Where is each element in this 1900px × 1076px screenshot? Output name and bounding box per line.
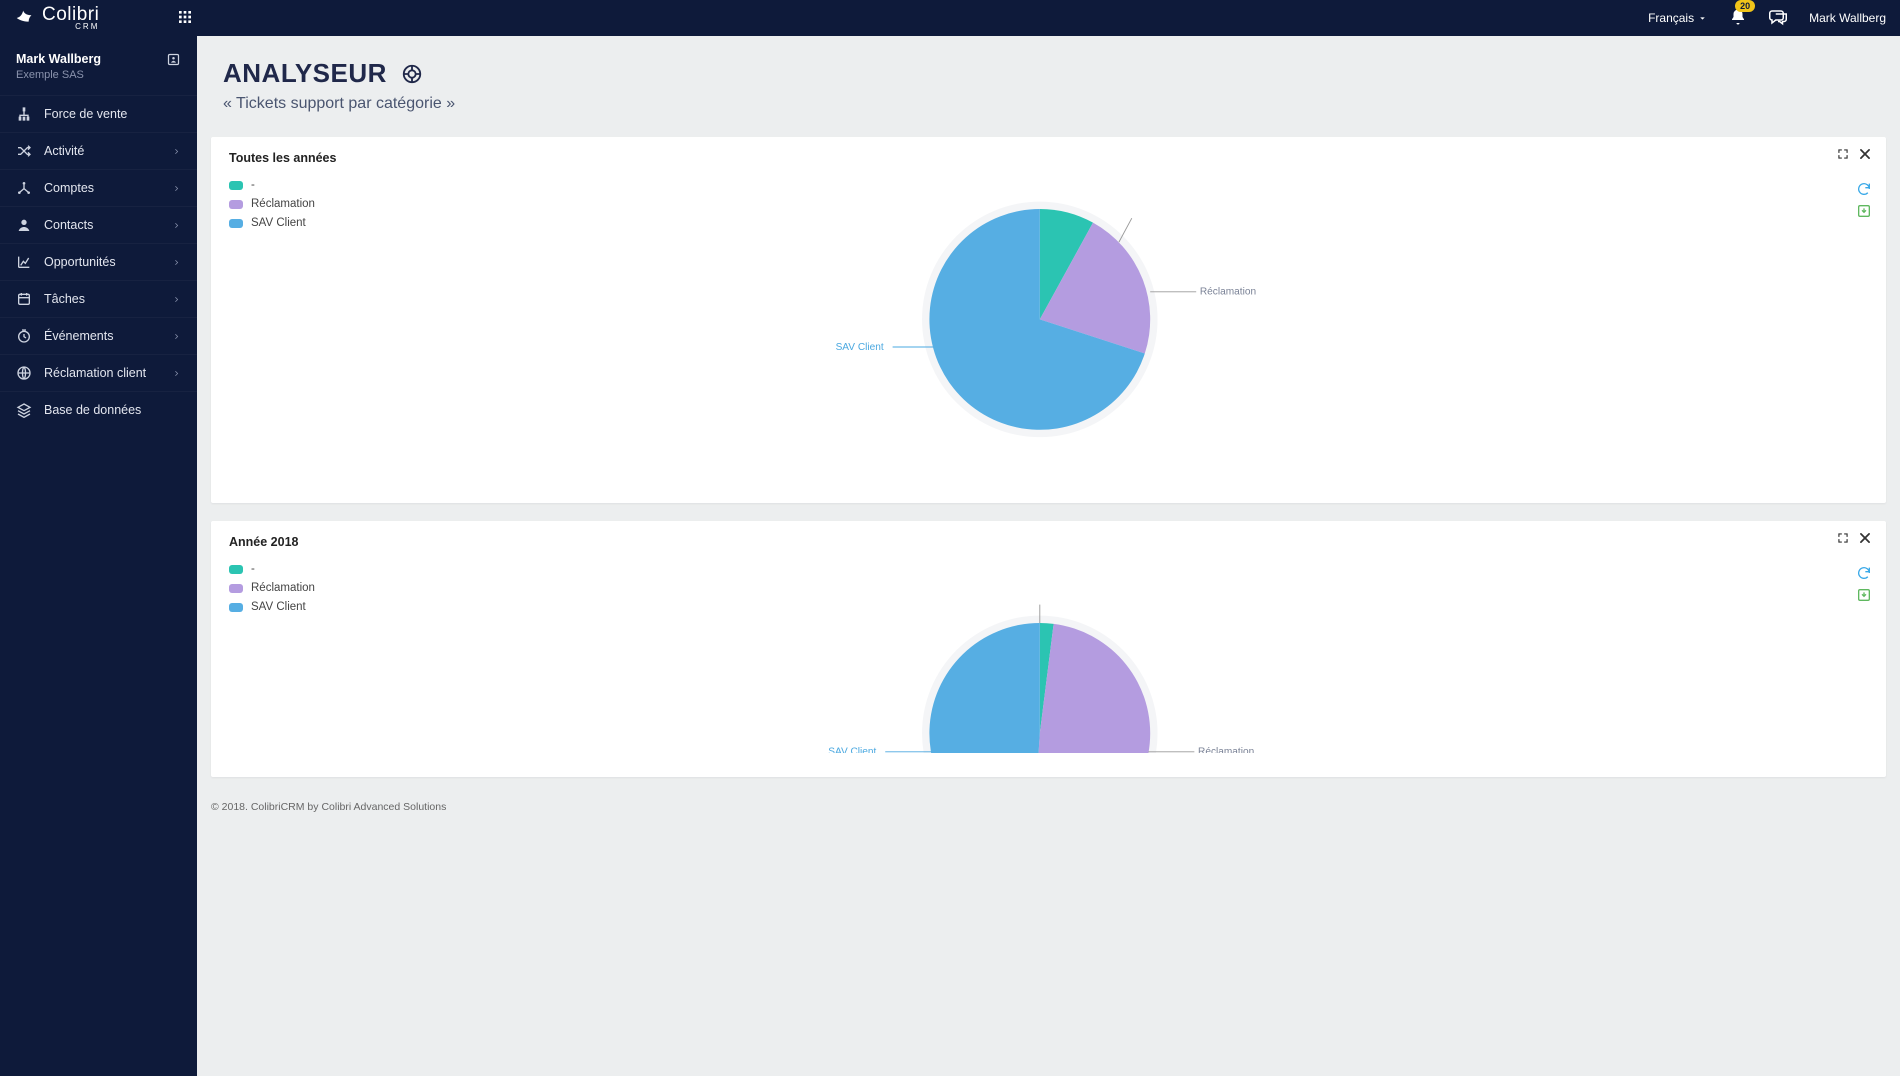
brand-sub: CRM (42, 22, 99, 31)
svg-text:Réclamation: Réclamation (1198, 747, 1254, 753)
sidebar-item-globe[interactable]: Réclamation client (0, 354, 197, 391)
panel-title: Toutes les années (229, 151, 336, 165)
sidebar-user-company: Exemple SAS (16, 69, 101, 81)
sidebar-item-label: Force de vente (44, 107, 181, 121)
topbar: Colibri CRM Français 20 Mark Wallberg (0, 0, 1900, 36)
legend-swatch (229, 565, 243, 574)
pie-chart: Réclamation SAV Client (229, 169, 1868, 479)
pie-chart: Réclamation SAV Client (229, 573, 1868, 753)
page-title-row: ANALYSEUR (223, 58, 1874, 89)
legend-swatch (229, 181, 243, 190)
sidebar: Mark Wallberg Exemple SAS Force de vente… (0, 36, 197, 1076)
sidebar-item-label: Base de données (44, 403, 181, 417)
chart-panel: Année 2018 - Réclamation SAV Client (211, 521, 1886, 777)
legend-label: - (251, 563, 255, 575)
user-menu[interactable]: Mark Wallberg (1809, 11, 1886, 25)
notifications-button[interactable]: 20 (1729, 8, 1747, 29)
grid-icon (177, 9, 193, 25)
sidebar-item-person[interactable]: Contacts (0, 206, 197, 243)
legend-label: Réclamation (251, 582, 315, 594)
shuffle-icon (16, 143, 32, 159)
sidebar-item-label: Activité (44, 144, 172, 158)
close-icon[interactable] (1858, 531, 1872, 545)
chart-icon (16, 254, 32, 270)
svg-text:SAV Client: SAV Client (835, 342, 883, 353)
main-content: ANALYSEUR « Tickets support par catégori… (197, 36, 1900, 1076)
legend-label: SAV Client (251, 217, 306, 229)
expand-icon[interactable] (1836, 531, 1850, 545)
sidebar-item-layers[interactable]: Base de données (0, 391, 197, 428)
chevron-right-icon (172, 258, 181, 267)
bird-icon (14, 7, 36, 29)
brand-logo[interactable]: Colibri CRM (0, 5, 197, 31)
svg-text:Réclamation: Réclamation (1199, 287, 1255, 298)
chart-panel: Toutes les années - Réclamation SAV Clie… (211, 137, 1886, 503)
chevron-right-icon (172, 184, 181, 193)
sidebar-item-label: Réclamation client (44, 366, 172, 380)
sidebar-item-label: Tâches (44, 292, 172, 306)
chat-icon (1769, 8, 1787, 26)
chevron-right-icon (172, 221, 181, 230)
legend-label: SAV Client (251, 601, 306, 613)
hierarchy-icon (16, 106, 32, 122)
footer-text: © 2018. ColibriCRM by Colibri Advanced S… (197, 795, 1900, 819)
contact-card-icon (166, 52, 181, 67)
sidebar-user-name: Mark Wallberg (16, 52, 101, 66)
legend-swatch (229, 603, 243, 612)
help-icon[interactable] (401, 63, 423, 85)
layers-icon (16, 402, 32, 418)
page-header: ANALYSEUR « Tickets support par catégori… (197, 36, 1900, 127)
sidebar-item-hierarchy[interactable]: Force de vente (0, 95, 197, 132)
export-icon[interactable] (1856, 203, 1872, 219)
topbar-right: Français 20 Mark Wallberg (1648, 8, 1886, 29)
globe-icon (16, 365, 32, 381)
chevron-right-icon (172, 295, 181, 304)
clock-icon (16, 328, 32, 344)
sidebar-item-clock[interactable]: Événements (0, 317, 197, 354)
apps-button[interactable] (177, 9, 193, 28)
chevron-right-icon (172, 369, 181, 378)
legend-swatch (229, 200, 243, 209)
sidebar-item-calendar[interactable]: Tâches (0, 280, 197, 317)
sidebar-nav: Force de vente Activité Comptes Contacts… (0, 95, 197, 428)
chevron-right-icon (172, 332, 181, 341)
sidebar-item-chart[interactable]: Opportunités (0, 243, 197, 280)
person-icon (16, 217, 32, 233)
expand-icon[interactable] (1836, 147, 1850, 161)
close-icon[interactable] (1858, 147, 1872, 161)
legend-swatch (229, 584, 243, 593)
sidebar-item-label: Contacts (44, 218, 172, 232)
page-subtitle: « Tickets support par catégorie » (223, 95, 1874, 113)
legend-swatch (229, 219, 243, 228)
svg-text:SAV Client: SAV Client (828, 747, 876, 753)
sidebar-item-shuffle[interactable]: Activité (0, 132, 197, 169)
notification-badge: 20 (1735, 0, 1755, 12)
refresh-icon[interactable] (1856, 181, 1872, 197)
sidebar-item-label: Comptes (44, 181, 172, 195)
export-icon[interactable] (1856, 587, 1872, 603)
refresh-icon[interactable] (1856, 565, 1872, 581)
chevron-down-icon (1698, 14, 1707, 23)
sidebar-item-label: Événements (44, 329, 172, 343)
chevron-right-icon (172, 147, 181, 156)
network-icon (16, 180, 32, 196)
sidebar-item-network[interactable]: Comptes (0, 169, 197, 206)
page-title: ANALYSEUR (223, 58, 387, 89)
panel-title: Année 2018 (229, 535, 298, 549)
messages-button[interactable] (1769, 8, 1787, 29)
language-selector[interactable]: Français (1648, 11, 1707, 25)
calendar-icon (16, 291, 32, 307)
legend-item[interactable]: - (229, 563, 1868, 575)
sidebar-item-label: Opportunités (44, 255, 172, 269)
language-label: Français (1648, 11, 1694, 25)
sidebar-user-block[interactable]: Mark Wallberg Exemple SAS (0, 36, 197, 95)
legend-label: - (251, 179, 255, 191)
legend-label: Réclamation (251, 198, 315, 210)
